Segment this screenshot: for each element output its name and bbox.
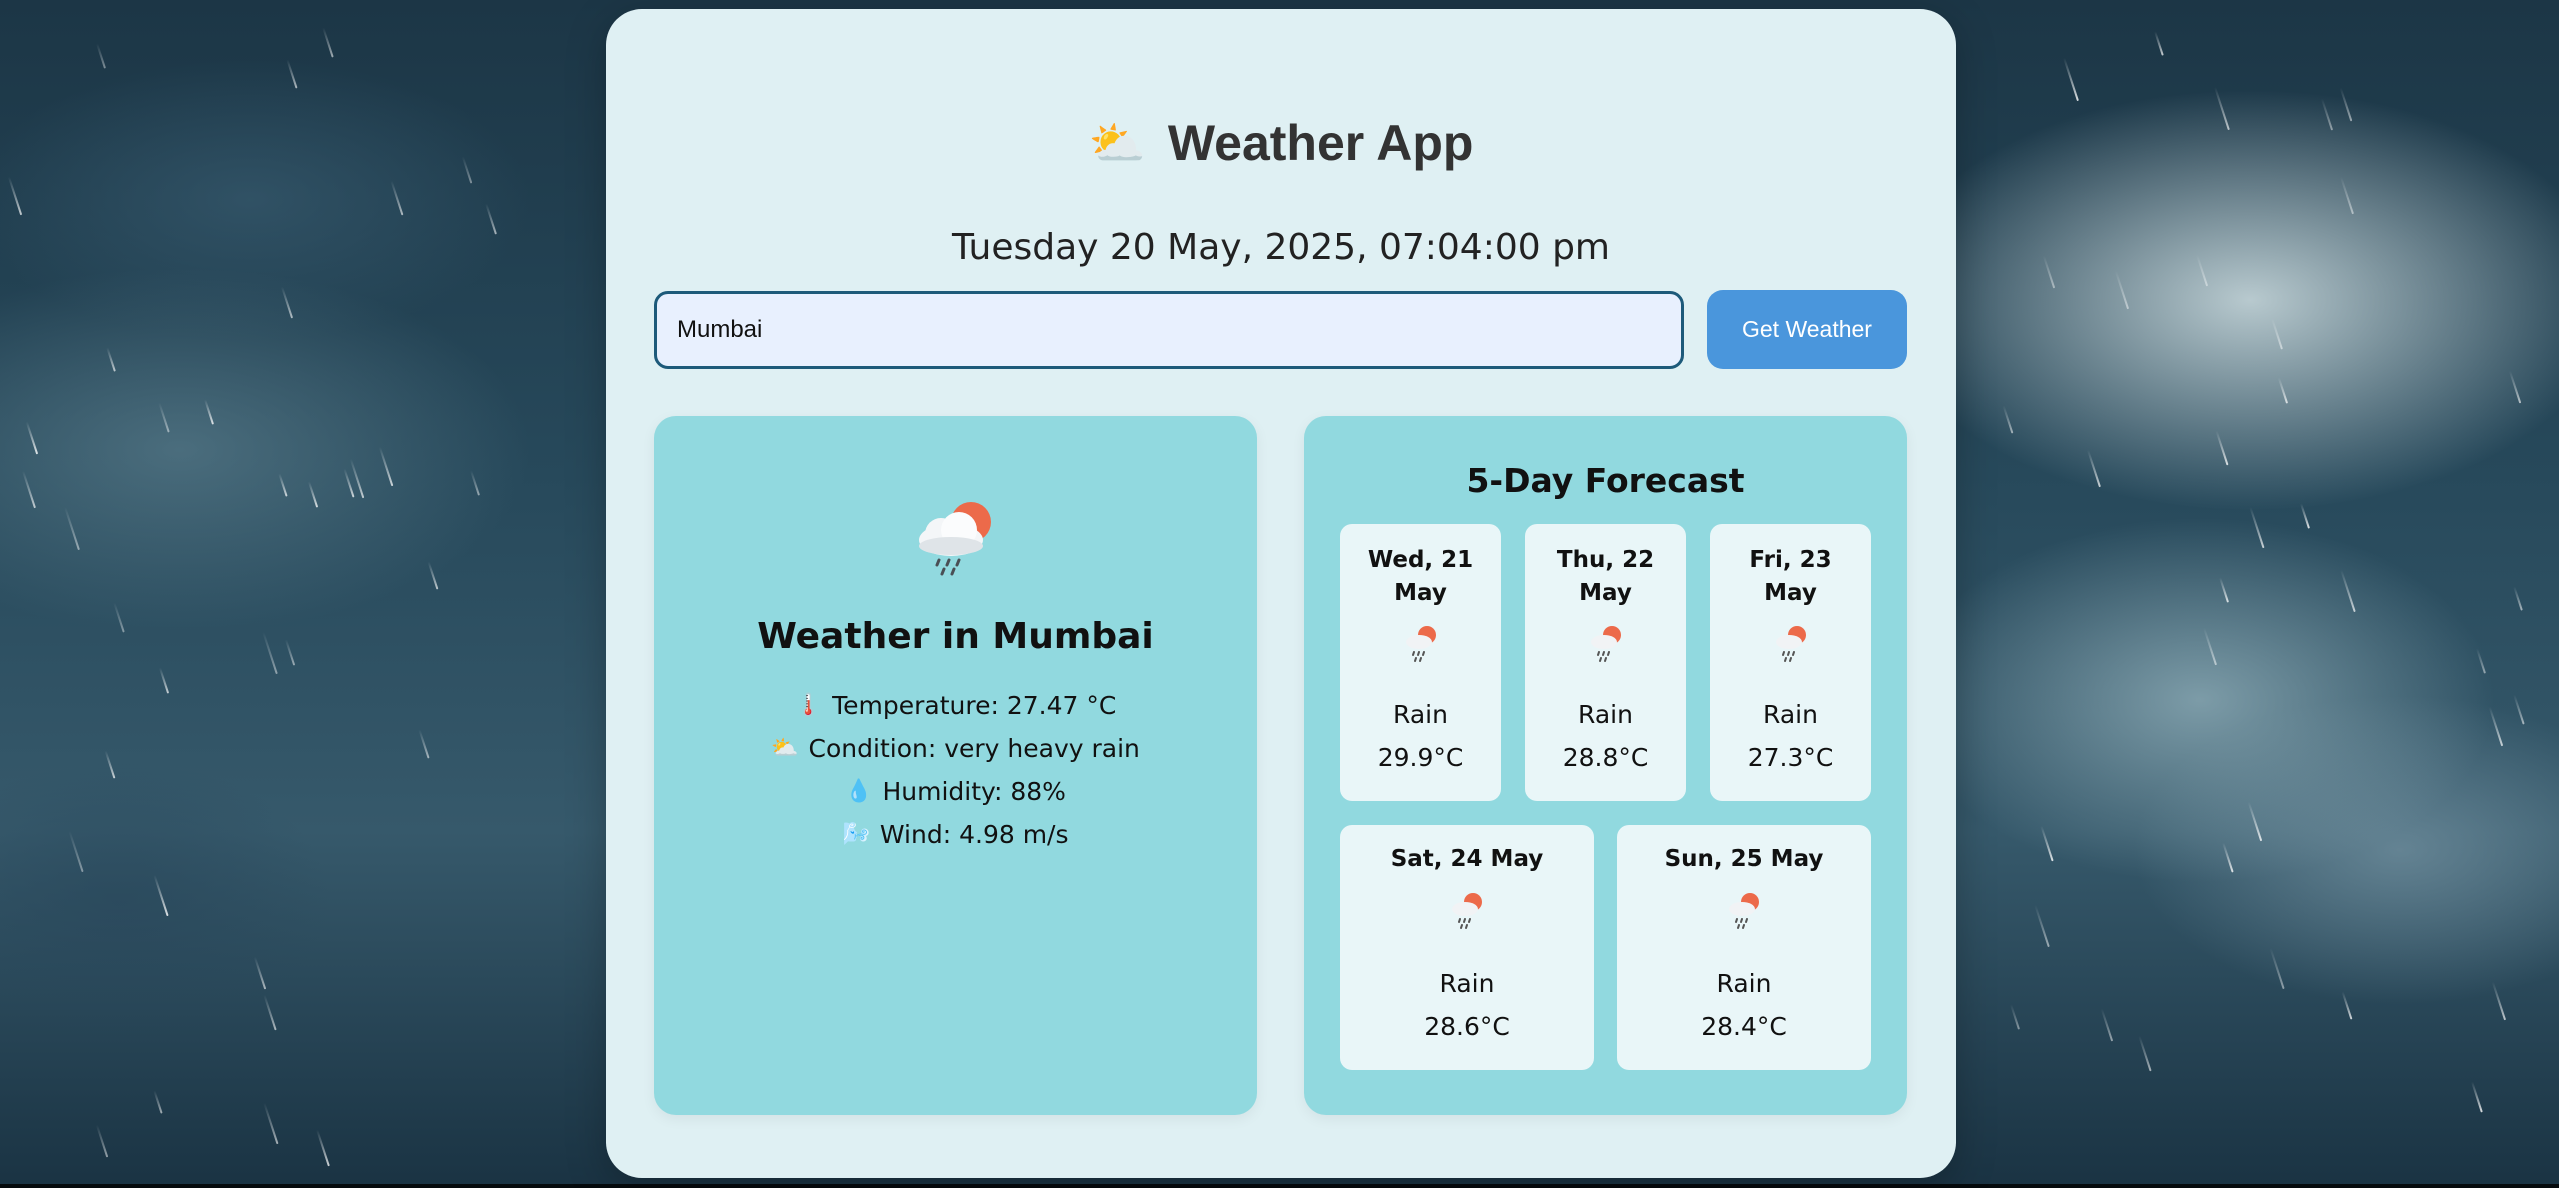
city-search-input[interactable] <box>654 291 1684 369</box>
forecast-condition: Rain <box>1763 700 1818 729</box>
cloud-rain-sun-icon <box>654 496 1257 580</box>
forecast-day-card: Fri, 23 May Rain 27.3°C <box>1710 524 1871 801</box>
thermometer-icon: 🌡️ <box>794 693 823 718</box>
current-city-title: Weather in Mumbai <box>757 616 1154 657</box>
temperature-text: Temperature: 27.47 °C <box>832 691 1117 720</box>
rain-icon <box>1588 624 1624 668</box>
current-datetime: Tuesday 20 May, 2025, 07:04:00 pm <box>951 227 1611 268</box>
humidity-text: Humidity: 88% <box>882 777 1066 806</box>
humidity-row: 💧 Humidity: 88% <box>654 777 1257 806</box>
rain-icon <box>1449 891 1485 935</box>
forecast-temp: 28.6°C <box>1424 1012 1510 1041</box>
forecast-condition: Rain <box>1393 700 1448 729</box>
forecast-condition: Rain <box>1578 700 1633 729</box>
forecast-date: Thu, 22 May <box>1556 547 1655 606</box>
sun-behind-cloud-icon: ⛅ <box>1088 116 1146 170</box>
forecast-day-card: Sat, 24 May Rain 28.6°C <box>1340 825 1594 1070</box>
condition-row: ⛅ Condition: very heavy rain <box>654 734 1257 763</box>
forecast-panel: 5-Day Forecast Wed, 21 May Rain 29.9°C T… <box>1304 416 1907 1115</box>
rain-icon <box>1773 624 1809 668</box>
forecast-date: Wed, 21 May <box>1367 547 1474 606</box>
weather-app-card: ⛅ Weather App Tuesday 20 May, 2025, 07:0… <box>606 9 1956 1178</box>
forecast-day-card: Wed, 21 May Rain 29.9°C <box>1340 524 1501 801</box>
wind-text: Wind: 4.98 m/s <box>879 820 1069 849</box>
wind-icon: 🌬️ <box>842 822 870 847</box>
app-header: ⛅ Weather App <box>606 114 1956 172</box>
app-title: Weather App <box>1167 115 1474 171</box>
rain-icon <box>1403 624 1439 668</box>
sun-behind-cloud-icon: ⛅ <box>771 736 799 761</box>
forecast-temp: 27.3°C <box>1747 743 1834 772</box>
forecast-condition: Rain <box>1439 969 1495 998</box>
bottom-edge <box>0 1184 2559 1188</box>
forecast-title: 5-Day Forecast <box>1466 461 1745 500</box>
get-weather-button[interactable]: Get Weather <box>1707 290 1907 369</box>
droplet-icon: 💧 <box>845 779 873 804</box>
forecast-temp: 28.8°C <box>1562 743 1649 772</box>
condition-text: Condition: very heavy rain <box>808 734 1140 763</box>
forecast-temp: 28.4°C <box>1701 1012 1787 1041</box>
forecast-date: Fri, 23 May <box>1749 547 1832 606</box>
forecast-day-card: Thu, 22 May Rain 28.8°C <box>1525 524 1686 801</box>
wind-row: 🌬️ Wind: 4.98 m/s <box>654 820 1257 849</box>
forecast-condition: Rain <box>1716 969 1772 998</box>
forecast-date: Sat, 24 May <box>1390 846 1544 872</box>
temperature-row: 🌡️ Temperature: 27.47 °C <box>654 691 1257 720</box>
forecast-day-card: Sun, 25 May Rain 28.4°C <box>1617 825 1871 1070</box>
rain-icon <box>1726 891 1762 935</box>
forecast-date: Sun, 25 May <box>1664 846 1824 872</box>
forecast-temp: 29.9°C <box>1377 743 1464 772</box>
current-weather-panel: Weather in Mumbai 🌡️ Temperature: 27.47 … <box>654 416 1257 1115</box>
